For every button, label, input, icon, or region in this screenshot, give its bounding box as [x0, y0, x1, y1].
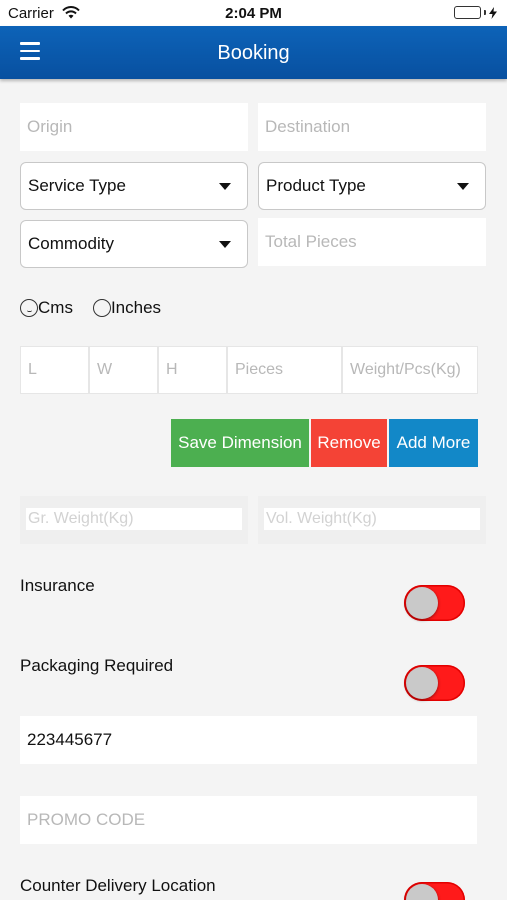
- phone-input[interactable]: 223445677: [20, 716, 477, 764]
- clock: 2:04 PM: [225, 5, 282, 22]
- status-bar: Carrier 2:04 PM: [0, 0, 507, 26]
- total-pieces-input[interactable]: Total Pieces: [258, 218, 486, 266]
- chevron-down-icon: [457, 183, 469, 190]
- remove-button[interactable]: Remove: [311, 419, 387, 467]
- packaging-toggle[interactable]: [404, 665, 465, 701]
- inches-label: Inches: [110, 298, 162, 317]
- origin-input[interactable]: Origin: [20, 103, 248, 151]
- unit-radio-group: Cms Inches: [20, 298, 181, 318]
- weight-per-piece-input[interactable]: Weight/Pcs(Kg): [342, 346, 478, 394]
- page-title: Booking: [217, 42, 290, 64]
- commodity-select[interactable]: Commodity: [20, 220, 248, 268]
- vol-weight-field: Vol. Weight(Kg): [258, 496, 486, 544]
- packaging-label: Packaging Required: [20, 656, 174, 675]
- charging-icon: [489, 6, 497, 19]
- insurance-toggle[interactable]: [404, 585, 465, 621]
- chevron-down-icon: [219, 241, 231, 248]
- pieces-input[interactable]: Pieces: [227, 346, 342, 394]
- destination-input[interactable]: Destination: [258, 103, 486, 151]
- counter-delivery-label: Counter Delivery Location: [20, 876, 216, 895]
- insurance-label: Insurance: [20, 576, 95, 595]
- gross-weight-field: Gr. Weight(Kg): [20, 496, 248, 544]
- product-type-select[interactable]: Product Type: [258, 162, 486, 210]
- add-more-button[interactable]: Add More: [389, 419, 478, 467]
- length-input[interactable]: L: [20, 346, 89, 394]
- save-dimension-button[interactable]: Save Dimension: [171, 419, 309, 467]
- battery-icon: [454, 6, 497, 19]
- cms-label: Cms: [38, 298, 73, 317]
- counter-delivery-toggle[interactable]: [404, 882, 465, 900]
- width-input[interactable]: W: [89, 346, 158, 394]
- cms-radio[interactable]: [20, 299, 38, 317]
- nav-bar: Booking: [0, 26, 507, 79]
- inches-radio[interactable]: [92, 299, 111, 317]
- service-type-select[interactable]: Service Type: [20, 162, 248, 210]
- height-input[interactable]: H: [158, 346, 227, 394]
- chevron-down-icon: [219, 183, 231, 190]
- promo-code-input[interactable]: PROMO CODE: [20, 796, 477, 844]
